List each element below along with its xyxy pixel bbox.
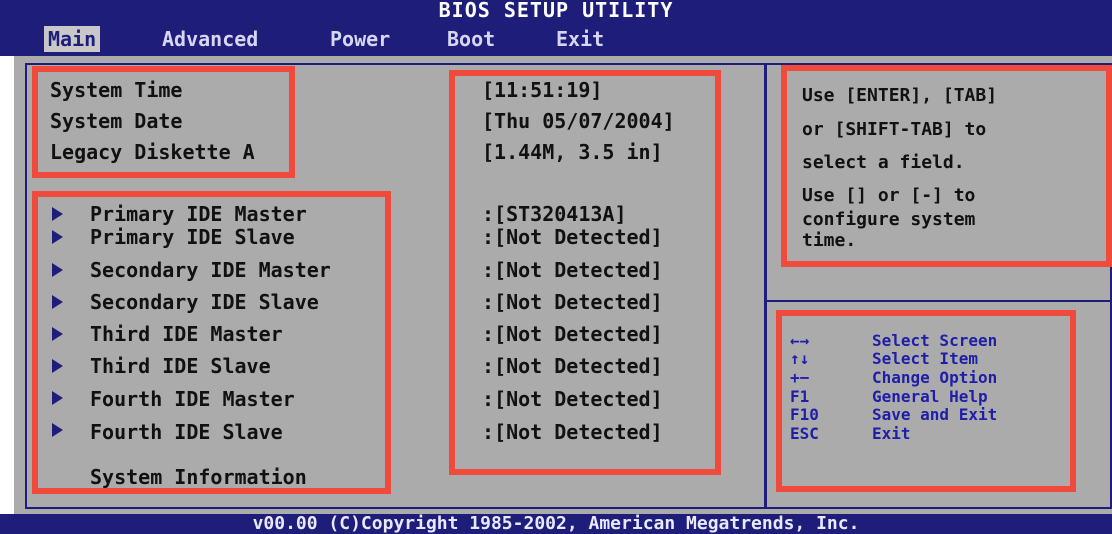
tab-main[interactable]: Main	[44, 26, 101, 52]
copyright-footer: v00.00 (C)Copyright 1985-2002, American …	[0, 514, 1112, 534]
menu-bar: Main Advanced Power Boot Exit	[0, 20, 1112, 56]
highlight-key-legend	[776, 310, 1076, 492]
highlight-help-text	[781, 65, 1112, 267]
tab-boot[interactable]: Boot	[447, 26, 495, 52]
help-divider	[767, 300, 1112, 302]
tab-exit[interactable]: Exit	[556, 26, 604, 52]
highlight-settings-labels	[32, 66, 295, 178]
tab-power[interactable]: Power	[330, 26, 390, 52]
highlight-device-list	[32, 191, 391, 494]
highlight-values	[449, 70, 721, 475]
tab-advanced[interactable]: Advanced	[162, 26, 258, 52]
panel-divider	[764, 63, 767, 509]
bios-title: BIOS SETUP UTILITY	[0, 0, 1112, 20]
